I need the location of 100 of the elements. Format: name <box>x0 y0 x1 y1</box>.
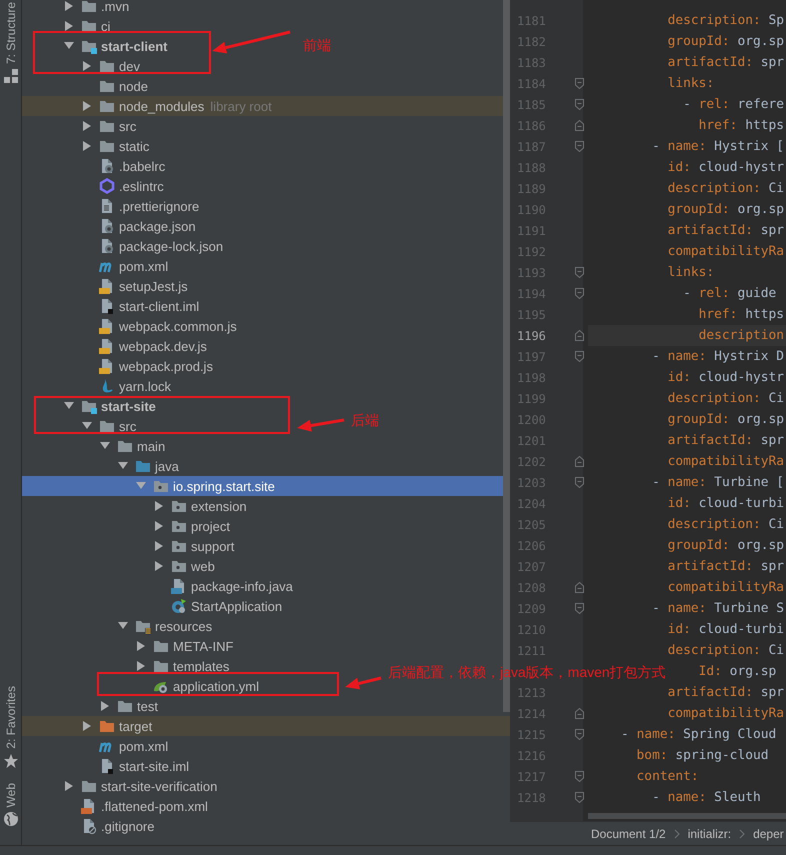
tree-item-label[interactable]: main <box>137 438 166 454</box>
expanded-arrow-icon[interactable] <box>98 441 112 451</box>
tree-item-label[interactable]: package.json <box>119 218 196 234</box>
code-line: - rel: guide <box>683 285 776 303</box>
file-icon <box>99 198 115 214</box>
tree-item-label[interactable]: webpack.prod.js <box>119 358 213 374</box>
tree-item-label[interactable]: start-site.iml <box>119 758 190 774</box>
folder-icon <box>117 438 133 454</box>
code-line: compatibilityRa <box>668 579 784 597</box>
tree-item-label[interactable]: StartApplication <box>191 598 282 614</box>
code-line: groupId: org.sp <box>668 537 784 555</box>
folder-icon <box>99 418 115 434</box>
code-line: description: Ci <box>668 516 784 534</box>
folder-icon <box>99 118 115 134</box>
tree-item-label[interactable]: node_modules <box>119 98 204 114</box>
tree-item-label[interactable]: webpack.common.js <box>119 318 237 334</box>
breadcrumb-item[interactable]: deper <box>753 826 784 840</box>
expanded-arrow-icon[interactable] <box>116 621 130 631</box>
file-icon <box>99 758 115 774</box>
tree-item-label[interactable]: static <box>119 138 150 154</box>
folder-icon <box>99 98 115 114</box>
code-line: artifactId: spr <box>668 684 784 702</box>
tree-item-label[interactable]: .gitignore <box>101 818 154 834</box>
js-file-icon <box>99 318 115 334</box>
tree-item-label[interactable]: webpack.dev.js <box>119 338 207 354</box>
code-line: - name: Turbine S <box>652 600 784 618</box>
java-file-icon <box>171 578 187 594</box>
code-line: description: Ci <box>668 642 784 660</box>
chevron-icon <box>674 828 680 838</box>
code-line: artifactId: spr <box>668 432 784 450</box>
tree-item-label[interactable]: project <box>191 518 230 534</box>
code-line: - name: Turbine [ <box>652 474 784 492</box>
annotation-arrow <box>297 418 344 432</box>
code-line: compatibilityRa <box>668 453 784 471</box>
tree-item-label[interactable]: .eslintrc <box>119 178 164 194</box>
annotation-arrow <box>345 676 382 690</box>
tree-item-label[interactable]: io.spring.start.site <box>173 478 275 494</box>
tree-item-label[interactable]: java <box>155 458 179 474</box>
package-folder-icon <box>171 538 187 554</box>
expanded-arrow-icon[interactable] <box>80 421 94 431</box>
code-line: artifactId: spr <box>668 54 784 72</box>
star-icon <box>2 752 18 769</box>
breadcrumb-item[interactable]: initializr: <box>688 826 732 840</box>
tree-item-label[interactable]: setupJest.js <box>119 278 188 294</box>
tree-item-label[interactable]: start-client <box>101 38 168 54</box>
tree-item-label[interactable]: pom.xml <box>119 258 168 274</box>
tree-item-label[interactable]: web <box>191 558 215 574</box>
code-line: description: Ci <box>668 180 784 198</box>
module-folder-icon <box>81 38 97 54</box>
file-icon <box>99 218 115 234</box>
tree-item-label[interactable]: .prettierignore <box>119 198 200 214</box>
tool-window-button[interactable]: 7: Structure <box>4 2 18 64</box>
tree-item-label[interactable]: .babelrc <box>119 158 166 174</box>
hint-label: library root <box>210 98 272 114</box>
scrollbar[interactable] <box>588 813 786 819</box>
chevron-icon <box>739 828 746 838</box>
tree-item-label[interactable]: start-site <box>101 398 156 414</box>
tree-item-label[interactable]: src <box>119 418 136 434</box>
tree-item-label[interactable]: application.yml <box>173 678 259 694</box>
js-file-icon <box>99 278 115 294</box>
tree-item-label[interactable]: META-INF <box>173 638 234 654</box>
code-line: artifactId: spr <box>668 222 784 240</box>
tree-item-label[interactable]: dev <box>119 58 140 74</box>
code-line: - name: Sleuth <box>652 789 761 807</box>
tree-item-label[interactable]: yarn.lock <box>119 378 172 394</box>
line-number: 1196 <box>516 328 547 342</box>
tree-item-label[interactable]: support <box>191 538 234 554</box>
expanded-arrow-icon[interactable] <box>62 401 76 411</box>
class-icon <box>171 598 187 614</box>
tree-item-label[interactable]: templates <box>173 658 230 674</box>
code-line: id: cloud-turbi <box>668 621 784 639</box>
annotation-label: 后端 <box>351 412 379 430</box>
tree-item-label[interactable]: start-site-verification <box>101 778 218 794</box>
tree-item-label[interactable]: .flattened-pom.xml <box>101 798 208 814</box>
js-file-icon <box>99 358 115 374</box>
annotation-label: 后端配置，依赖，java版本，maven打包方式 <box>388 664 666 682</box>
tree-item-label[interactable]: .mvn <box>101 0 130 14</box>
code-line: href: https <box>698 306 784 324</box>
folder-icon <box>99 718 115 734</box>
tree-item-label[interactable]: start-client.iml <box>119 298 200 314</box>
package-folder-icon <box>171 558 187 574</box>
tool-window-button[interactable]: Web <box>4 782 18 807</box>
tool-window-button[interactable]: 2: Favorites <box>4 686 18 749</box>
code-line: groupId: org.sp <box>668 33 784 51</box>
tree-item-label[interactable]: pom.xml <box>119 738 168 754</box>
breadcrumb-item[interactable]: Document 1/2 <box>591 826 666 840</box>
tree-item-label[interactable]: package-lock.json <box>119 238 224 254</box>
expanded-arrow-icon[interactable] <box>62 41 76 51</box>
code-line: - name: Spring Cloud <box>621 726 776 744</box>
tree-item-label[interactable]: node <box>119 78 148 94</box>
tree-item-label[interactable]: extension <box>191 498 247 514</box>
tree-item-label[interactable]: test <box>137 698 158 714</box>
code-line: compatibilityRa <box>668 243 784 261</box>
tree-item-label[interactable]: src <box>119 118 136 134</box>
tree-item-label[interactable]: target <box>119 718 152 734</box>
tree-item-label[interactable]: resources <box>155 618 212 634</box>
tree-item-label[interactable]: ci <box>101 18 110 34</box>
tree-item-label[interactable]: package-info.java <box>191 578 293 594</box>
expanded-arrow-icon[interactable] <box>134 481 148 491</box>
expanded-arrow-icon[interactable] <box>116 461 130 471</box>
